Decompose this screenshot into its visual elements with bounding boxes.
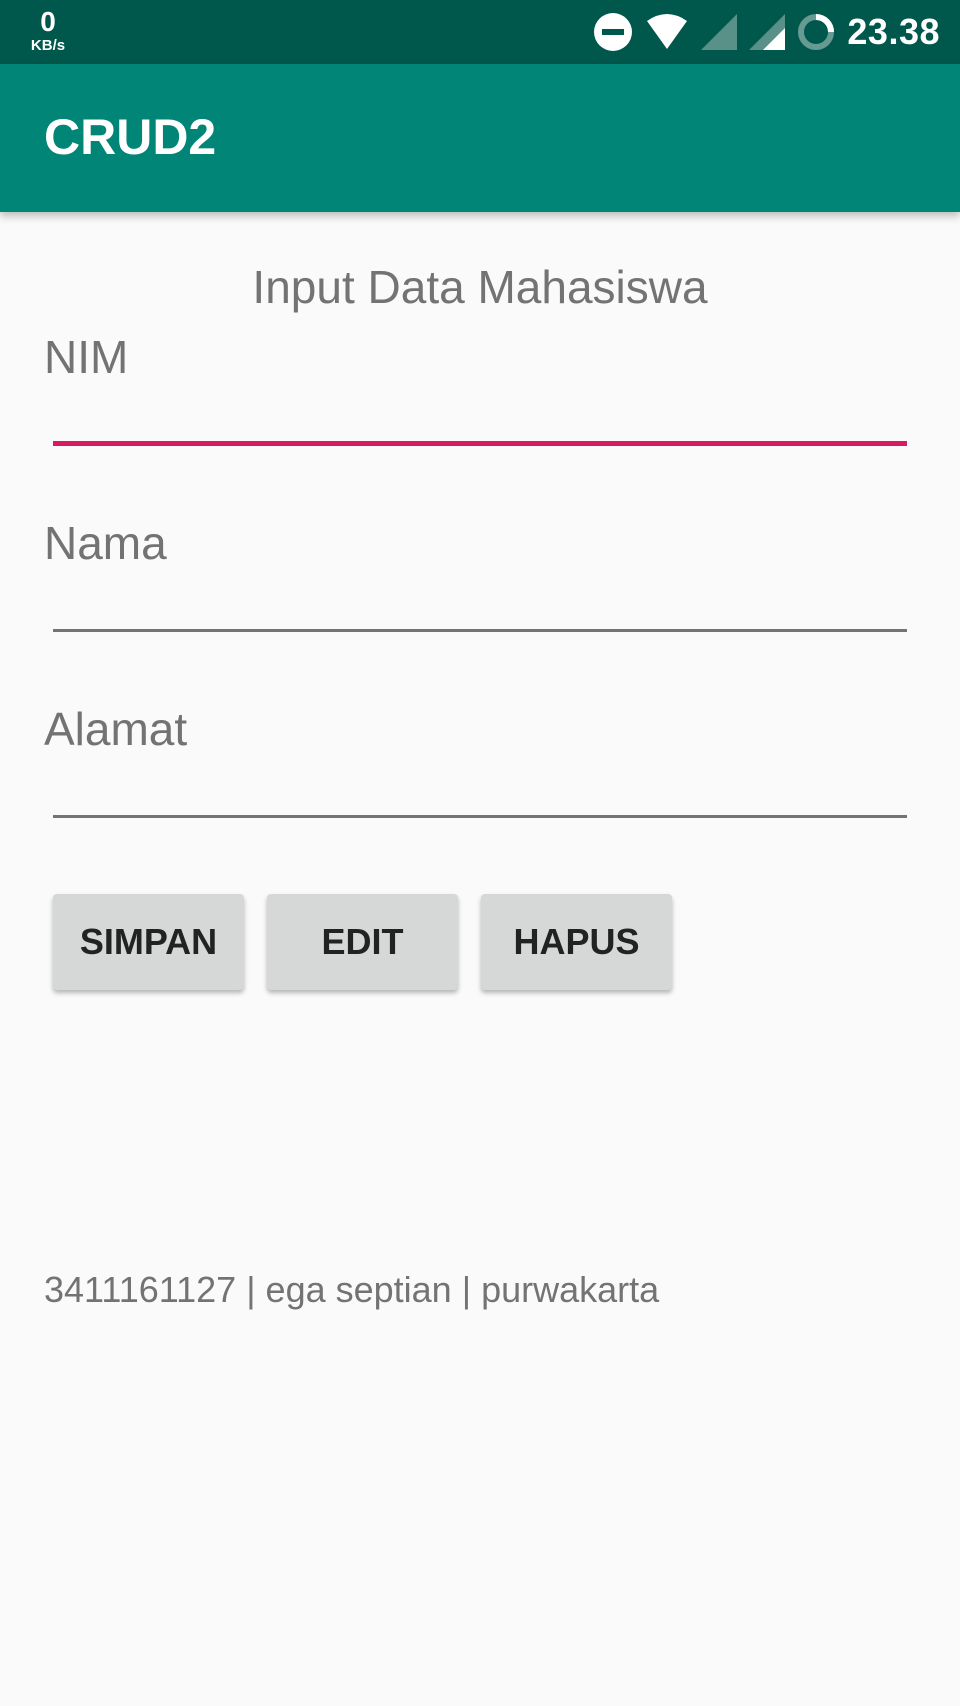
network-speed-unit: KB/s [30,37,66,54]
signal-icon [701,14,738,50]
loading-icon [797,13,835,51]
nama-input[interactable] [53,542,907,632]
form-heading: Input Data Mahasiswa [252,261,708,313]
edit-button[interactable]: EDIT [267,894,458,990]
signal-icon [749,14,786,50]
status-bar: 0 KB/s 23.38 [0,0,960,64]
app-title: CRUD2 [44,109,217,165]
wifi-icon [645,13,689,51]
status-clock: 23.38 [847,11,940,52]
app-bar: CRUD2 [0,64,960,212]
network-speed-value: 0 [40,6,56,37]
hapus-button[interactable]: HAPUS [481,894,672,990]
alamat-input[interactable] [53,728,907,818]
dnd-icon [593,12,633,52]
network-speed-indicator: 0 KB/s [24,6,72,54]
result-text: 3411161127 | ega septian | purwakarta [44,1269,660,1310]
nim-input[interactable] [53,356,907,446]
status-icons: 23.38 [593,0,940,64]
simpan-button[interactable]: SIMPAN [53,894,244,990]
main-content: Input Data Mahasiswa NIM Nama Alamat SIM… [0,212,960,1706]
